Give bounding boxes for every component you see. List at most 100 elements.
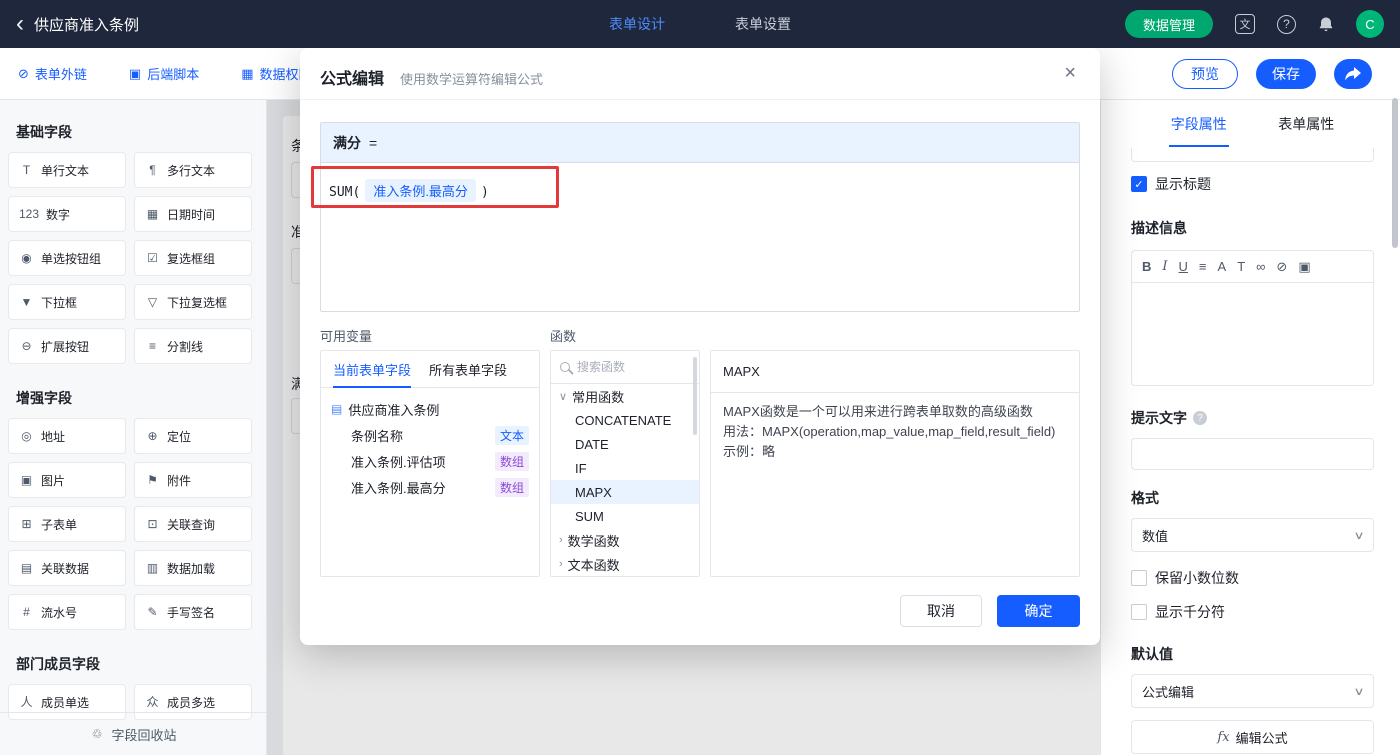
- unlink-icon[interactable]: ⊘: [1276, 259, 1287, 275]
- function-detail-body: MAPX函数是一个可以用来进行跨表单取数的高级函数 用法：MAPX(operat…: [711, 393, 1079, 471]
- function-row[interactable]: DATE: [551, 432, 699, 456]
- field-palette-item[interactable]: ◎ 地址: [8, 418, 126, 454]
- thousands-checkbox[interactable]: [1131, 604, 1147, 620]
- checkbox-group-icon: ☑: [147, 251, 158, 265]
- data-manage-button[interactable]: 数据管理: [1124, 10, 1213, 38]
- function-row[interactable]: › 数学函数: [551, 528, 699, 552]
- field-label: 图片: [41, 473, 66, 488]
- field-recycle-bin[interactable]: ♲ 字段回收站: [0, 712, 266, 755]
- properties-tab[interactable]: 字段属性: [1168, 101, 1229, 147]
- field-palette-item[interactable]: ▤ 关联数据: [8, 550, 126, 586]
- page-title: 供应商准入条例: [34, 16, 140, 34]
- field-palette-item[interactable]: ≡ 分割线: [134, 328, 252, 364]
- show-title-checkbox[interactable]: ✓: [1131, 176, 1147, 192]
- toolbar-link[interactable]: ⊘ 表单外链: [18, 64, 87, 83]
- address-icon: ◎: [21, 429, 32, 443]
- hint-label-text: 提示文字: [1131, 410, 1187, 426]
- field-palette-item[interactable]: ✎ 手写签名: [134, 594, 252, 630]
- formula-input-area[interactable]: SUM(准入条例.最高分): [311, 163, 1079, 311]
- default-value-select[interactable]: 公式编辑 ∨: [1131, 674, 1374, 708]
- variable-field[interactable]: 条例名称 文本: [331, 422, 529, 448]
- field-palette-item[interactable]: ⊞ 子表单: [8, 506, 126, 542]
- align-icon[interactable]: ≡: [1199, 259, 1207, 274]
- show-title-row: ✓ 显示标题: [1131, 174, 1374, 194]
- data-permission-icon: ▦: [241, 65, 254, 81]
- field-palette-item[interactable]: ◉ 单选按钮组: [8, 240, 126, 276]
- signature-icon: ✎: [147, 605, 158, 619]
- decimal-checkbox[interactable]: [1131, 570, 1147, 586]
- confirm-button[interactable]: 确定: [997, 595, 1080, 627]
- hint-input[interactable]: [1131, 438, 1374, 470]
- field-palette-item[interactable]: ¶ 多行文本: [134, 152, 252, 188]
- back-icon[interactable]: ‹: [16, 12, 24, 36]
- link-icon[interactable]: ∞: [1256, 259, 1265, 274]
- field-palette-item[interactable]: ⊕ 定位: [134, 418, 252, 454]
- toolbar-links: ⊘ 表单外链 ▣ 后端脚本 ▦ 数据权限: [18, 64, 312, 83]
- variable-field[interactable]: 准入条例.评估项 数组: [331, 448, 529, 474]
- save-button[interactable]: 保存: [1256, 58, 1316, 89]
- avatar[interactable]: C: [1356, 10, 1384, 38]
- function-row[interactable]: ∨ 常用函数: [551, 384, 699, 408]
- translate-icon[interactable]: 文: [1235, 14, 1255, 34]
- attachment-icon: ⚑: [147, 473, 158, 487]
- formula-function-open: SUM(: [329, 185, 361, 200]
- edit-formula-button[interactable]: fx 编辑公式: [1131, 720, 1374, 754]
- format-label: 格式: [1131, 490, 1159, 506]
- field-palette-item[interactable]: ⊖ 扩展按钮: [8, 328, 126, 364]
- member-multi-icon: 众: [146, 695, 159, 709]
- italic-icon[interactable]: I: [1162, 259, 1167, 274]
- variable-name: 准入条例.最高分: [351, 480, 446, 496]
- function-row[interactable]: › 文本函数: [551, 552, 699, 576]
- recycle-icon: ♲: [91, 727, 103, 741]
- function-row[interactable]: MAPX: [551, 480, 699, 504]
- topbar-tab[interactable]: 表单设计: [609, 14, 665, 34]
- bell-icon[interactable]: [1318, 16, 1334, 32]
- insert-image-icon[interactable]: ▣: [1298, 259, 1310, 275]
- hint-help-icon[interactable]: ?: [1193, 411, 1207, 425]
- field-palette-item[interactable]: # 流水号: [8, 594, 126, 630]
- variables-tab[interactable]: 当前表单字段: [333, 351, 412, 388]
- field-palette-item[interactable]: ☑ 复选框组: [134, 240, 252, 276]
- field-palette-item[interactable]: ⊡ 关联查询: [134, 506, 252, 542]
- field-palette-item[interactable]: T 单行文本: [8, 152, 126, 188]
- field-palette-item[interactable]: ▼ 下拉框: [8, 284, 126, 320]
- formula-field-chip[interactable]: 准入条例.最高分: [365, 179, 476, 202]
- field-label: 成员单选: [41, 695, 90, 710]
- function-detail-panel: MAPX MAPX函数是一个可以用来进行跨表单取数的高级函数 用法：MAPX(o…: [710, 350, 1080, 577]
- function-search-input[interactable]: [577, 360, 690, 374]
- function-row[interactable]: CONCATENATE: [551, 408, 699, 432]
- description-editor[interactable]: B I U ≡ A T ∞ ⊘ ▣: [1131, 250, 1374, 386]
- font-color-icon[interactable]: A: [1218, 259, 1227, 274]
- preview-button[interactable]: 预览: [1172, 58, 1238, 89]
- cancel-button[interactable]: 取消: [900, 595, 982, 627]
- field-label: 关联数据: [41, 561, 90, 576]
- close-icon[interactable]: ×: [1064, 62, 1076, 85]
- properties-tab[interactable]: 表单属性: [1276, 101, 1336, 147]
- help-icon[interactable]: ?: [1277, 14, 1296, 34]
- functions-panel: ∨ 常用函数 CONCATENATE DATE: [550, 350, 700, 577]
- bold-icon[interactable]: B: [1142, 259, 1151, 274]
- font-size-icon[interactable]: T: [1237, 259, 1245, 274]
- share-button[interactable]: [1334, 58, 1372, 89]
- function-list-scrollbar[interactable]: [693, 357, 697, 435]
- function-row[interactable]: SUM: [551, 504, 699, 528]
- toolbar-link[interactable]: ▣ 后端脚本: [129, 64, 199, 83]
- variables-tab[interactable]: 所有表单字段: [429, 351, 507, 388]
- function-row[interactable]: IF: [551, 456, 699, 480]
- function-name: CONCATENATE: [575, 412, 672, 428]
- variables-root[interactable]: ▤ 供应商准入条例: [331, 396, 529, 422]
- vertical-scrollbar[interactable]: [1392, 98, 1398, 248]
- field-palette-item[interactable]: ▥ 数据加载: [134, 550, 252, 586]
- field-palette-item[interactable]: 123 数字: [8, 196, 126, 232]
- variable-field[interactable]: 准入条例.最高分 数组: [331, 474, 529, 500]
- topbar-tab[interactable]: 表单设置: [735, 14, 791, 34]
- section-title-member: 部门成员字段: [16, 656, 100, 672]
- field-palette-item[interactable]: ⚑ 附件: [134, 462, 252, 498]
- field-palette-item[interactable]: ▽ 下拉复选框: [134, 284, 252, 320]
- format-select[interactable]: 数值 ∨: [1131, 518, 1374, 552]
- field-palette-item[interactable]: ▣ 图片: [8, 462, 126, 498]
- underline-icon[interactable]: U: [1179, 259, 1188, 274]
- field-palette-item[interactable]: ▦ 日期时间: [134, 196, 252, 232]
- field-title-input-partial[interactable]: [1131, 148, 1374, 162]
- chevron-down-icon: ∨: [1353, 685, 1365, 698]
